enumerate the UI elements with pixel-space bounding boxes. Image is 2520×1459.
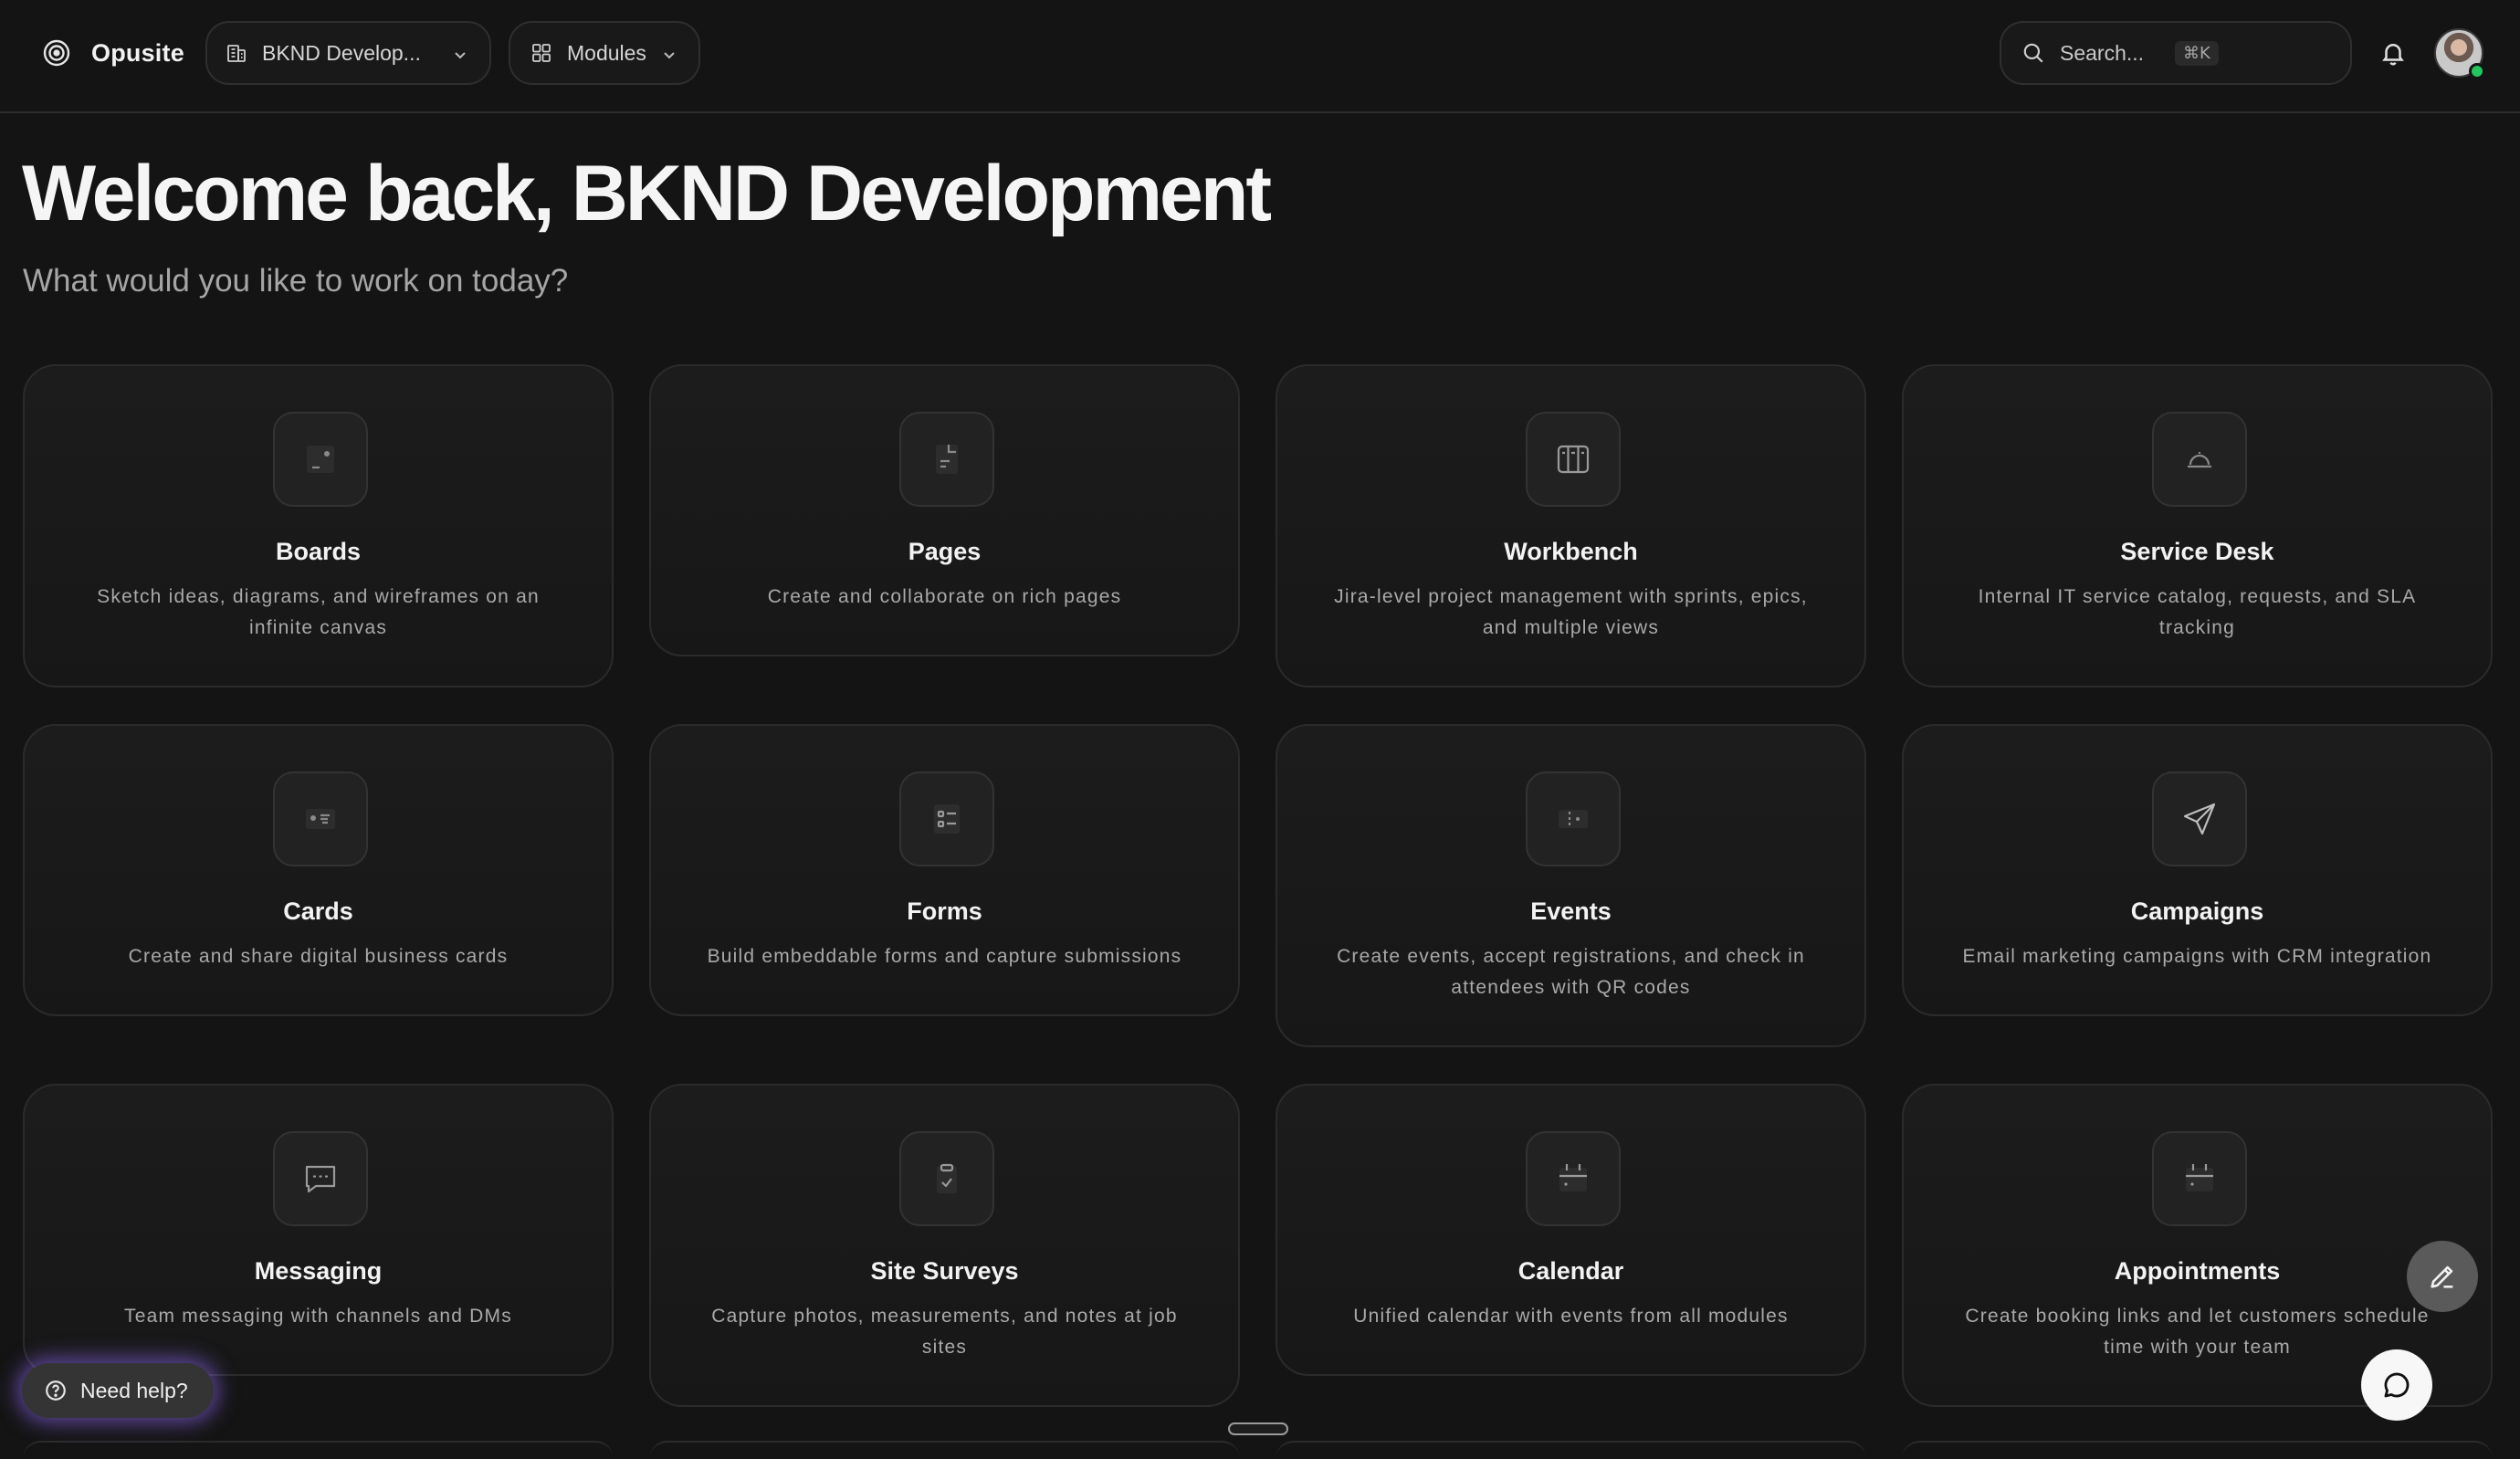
search-box[interactable]: ⌘K (2000, 21, 2352, 85)
events-icon (1526, 771, 1621, 866)
online-status-dot (2469, 63, 2485, 79)
module-description: Email marketing campaigns with CRM integ… (1962, 946, 2432, 967)
modules-label: Modules (567, 40, 646, 65)
module-description: Internal IT service catalog, requests, a… (1978, 586, 2417, 638)
module-title: Site Surveys (870, 1257, 1019, 1285)
module-description: Build embeddable forms and capture submi… (707, 946, 1182, 967)
need-help-label: Need help? (80, 1378, 188, 1402)
module-title: Events (1530, 897, 1612, 925)
module-description: Create and share digital business cards (128, 946, 509, 967)
module-description: Jira-level project management with sprin… (1334, 586, 1808, 638)
chat-bubble-icon (2384, 1372, 2410, 1398)
module-title: Calendar (1517, 1257, 1624, 1285)
module-title: Cards (283, 897, 353, 925)
notifications-bell-icon[interactable] (2379, 39, 2407, 67)
module-description: Team messaging with channels and DMs (124, 1306, 512, 1327)
brand[interactable]: Opusite (42, 35, 184, 71)
module-card-messaging[interactable]: Messaging Team messaging with channels a… (23, 1084, 614, 1376)
module-card-partial (649, 1441, 1240, 1459)
module-description: Unified calendar with events from all mo… (1353, 1306, 1789, 1327)
building-icon (227, 45, 246, 62)
user-avatar[interactable] (2434, 28, 2485, 79)
module-card-cards[interactable]: Cards Create and share digital business … (23, 724, 614, 1016)
workspace-label: BKND Develop... (262, 40, 421, 65)
module-card-partial (1902, 1441, 2493, 1459)
module-description: Create events, accept registrations, and… (1337, 946, 1805, 998)
site-surveys-icon (899, 1131, 994, 1226)
boards-icon (273, 412, 368, 507)
module-card-partial (23, 1441, 614, 1459)
module-title: Messaging (254, 1257, 383, 1285)
module-card-forms[interactable]: Forms Build embeddable forms and capture… (649, 724, 1240, 1016)
modules-menu-button[interactable]: Modules (509, 21, 700, 85)
module-card-site-surveys[interactable]: Site Surveys Capture photos, measurement… (649, 1084, 1240, 1407)
campaigns-icon (2152, 771, 2247, 866)
module-description: Sketch ideas, diagrams, and wireframes o… (97, 586, 540, 638)
module-description: Create booking links and let customers s… (1965, 1306, 2430, 1358)
help-circle-icon (46, 1380, 66, 1401)
module-title: Appointments (2114, 1257, 2281, 1285)
search-shortcut-badge: ⌘K (2175, 40, 2219, 66)
messaging-icon (273, 1131, 368, 1226)
search-input[interactable] (2058, 39, 2168, 67)
module-title: Workbench (1504, 538, 1638, 565)
need-help-button[interactable]: Need help? (22, 1363, 214, 1418)
module-title: Boards (275, 538, 362, 565)
module-card-calendar[interactable]: Calendar Unified calendar with events fr… (1276, 1084, 1866, 1376)
module-card-service-desk[interactable]: Service Desk Internal IT service catalog… (1902, 364, 2493, 688)
chat-button[interactable] (2361, 1349, 2432, 1421)
pencil-icon (2431, 1265, 2453, 1288)
module-card-pages[interactable]: Pages Create and collaborate on rich pag… (649, 364, 1240, 656)
page-subtitle: What would you like to work on today? (23, 263, 569, 299)
workbench-icon (1526, 412, 1621, 507)
scroll-handle[interactable] (1228, 1422, 1288, 1435)
module-card-boards[interactable]: Boards Sketch ideas, diagrams, and wiref… (23, 364, 614, 688)
forms-icon (899, 771, 994, 866)
brand-name: Opusite (91, 38, 184, 67)
appointments-icon (2152, 1131, 2247, 1226)
service-desk-icon (2152, 412, 2247, 507)
module-card-partial (1276, 1441, 1866, 1459)
calendar-icon (1526, 1131, 1621, 1226)
module-description: Capture photos, measurements, and notes … (711, 1306, 1178, 1358)
search-icon (2023, 43, 2043, 63)
module-card-events[interactable]: Events Create events, accept registratio… (1276, 724, 1866, 1047)
module-title: Campaigns (2130, 897, 2264, 925)
opusite-logo-icon (43, 39, 70, 67)
module-title: Service Desk (2120, 538, 2274, 565)
page-title: Welcome back, BKND Development (22, 150, 1272, 237)
module-title: Forms (907, 897, 982, 925)
module-description: Create and collaborate on rich pages (767, 586, 1122, 607)
chevron-down-icon (664, 52, 675, 59)
grid-icon (532, 44, 551, 62)
module-title: Pages (908, 538, 982, 565)
chevron-down-icon (455, 52, 466, 59)
pages-icon (899, 412, 994, 507)
cards-icon (273, 771, 368, 866)
module-card-workbench[interactable]: Workbench Jira-level project management … (1276, 364, 1866, 688)
top-bar: Opusite BKND Develop... Modules ⌘K (0, 0, 2520, 113)
workspace-switcher[interactable]: BKND Develop... (205, 21, 491, 85)
edit-button[interactable] (2407, 1241, 2478, 1312)
module-card-campaigns[interactable]: Campaigns Email marketing campaigns with… (1902, 724, 2493, 1016)
